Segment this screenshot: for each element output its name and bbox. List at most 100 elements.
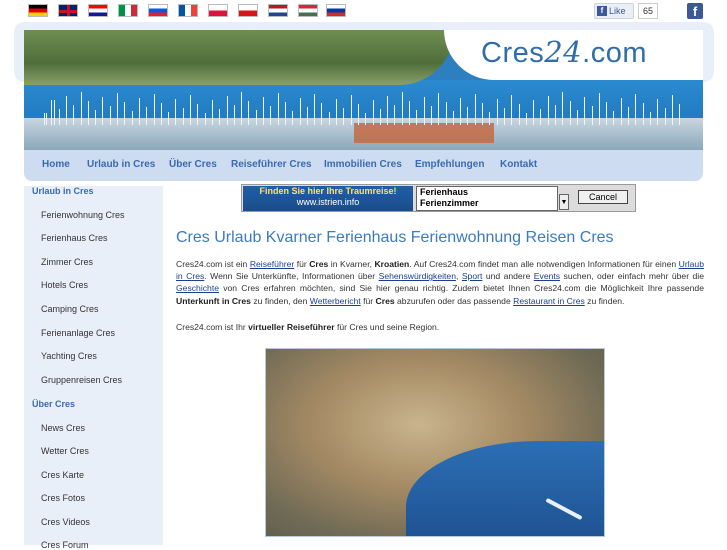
nav-reisefuehrer-cres[interactable]: Reiseführer Cres (231, 159, 312, 170)
banner-mast (635, 94, 637, 125)
banner-mast (379, 109, 381, 125)
sidebar-item-ferienhaus[interactable]: Ferienhaus Cres (41, 233, 108, 243)
ad-widget: Finden Sie hier Ihre Traumreise! www.ist… (241, 184, 636, 212)
banner-mast (211, 100, 213, 125)
ad-url: www.istrien.info (296, 197, 360, 207)
banner-mast (562, 92, 564, 125)
banner-mast (518, 104, 520, 125)
banner-mast (613, 111, 615, 125)
link-events[interactable]: Events (534, 271, 560, 281)
banner-mast (452, 111, 454, 125)
banner-mast (628, 107, 629, 125)
sidebar-item-hotels[interactable]: Hotels Cres (41, 280, 88, 290)
flag-netherlands[interactable] (268, 4, 288, 17)
link-wetterbericht[interactable]: Wetterbericht (310, 296, 361, 306)
banner-mast (445, 102, 447, 125)
banner-mast (365, 113, 367, 125)
cancel-button[interactable]: Cancel (578, 190, 628, 204)
sidebar-item-forum[interactable]: Cres Forum (41, 540, 89, 550)
banner-mast (547, 96, 549, 125)
banner-mast (44, 113, 45, 125)
link-geschichte[interactable]: Geschichte (176, 283, 219, 293)
flag-slovenia[interactable] (148, 4, 168, 17)
facebook-like-label: Like (609, 6, 626, 16)
flag-uk[interactable] (58, 4, 78, 17)
banner-hill (24, 30, 454, 85)
facebook-icon[interactable]: f (687, 3, 703, 19)
banner-mast (182, 108, 184, 125)
banner-mast (336, 99, 337, 125)
banner-mast (102, 97, 104, 125)
banner-mast (95, 110, 97, 125)
flag-croatia[interactable] (88, 4, 108, 17)
banner-mast (679, 104, 681, 125)
sidebar-item-karte[interactable]: Cres Karte (41, 470, 84, 480)
banner-mast (576, 110, 578, 125)
flag-czech[interactable] (238, 4, 258, 17)
sidebar-item-wetter[interactable]: Wetter Cres (41, 446, 89, 456)
banner-mast (416, 110, 418, 125)
banner-mast (190, 95, 191, 125)
banner-mast (525, 113, 527, 125)
nav-immobilien-cres[interactable]: Immobilien Cres (324, 159, 402, 170)
banner-mast (387, 96, 389, 125)
facebook-like-button[interactable]: f Like (594, 3, 634, 19)
banner-mast (87, 101, 89, 125)
banner-mast (350, 95, 352, 125)
banner-mast (620, 98, 622, 125)
nav-kontakt[interactable]: Kontakt (500, 159, 537, 170)
sidebar-section-urlaub[interactable]: Urlaub in Cres (32, 186, 94, 196)
sidebar-item-fotos[interactable]: Cres Fotos (41, 493, 85, 503)
facebook-like-count: 65 (638, 3, 658, 19)
banner-mast (569, 101, 571, 125)
ad-select-list[interactable]: Ferienhaus Ferienzimmer (416, 186, 558, 211)
sidebar-item-ferienanlage[interactable]: Ferienanlage Cres (41, 328, 115, 338)
flag-poland[interactable] (208, 4, 228, 17)
sidebar-section-ueber[interactable]: Über Cres (32, 399, 75, 409)
flag-russia[interactable] (326, 4, 346, 17)
flag-germany[interactable] (28, 4, 48, 17)
sidebar-item-ferienwohnung[interactable]: Ferienwohnung Cres (41, 210, 125, 220)
nav-empfehlungen[interactable]: Empfehlungen (415, 159, 484, 170)
banner-mast (248, 101, 250, 125)
banner-mast (409, 101, 410, 125)
banner-mast (467, 107, 469, 125)
flag-hungary[interactable] (298, 4, 318, 17)
banner-mast (394, 105, 396, 125)
link-sport[interactable]: Sport (462, 271, 483, 281)
banner-mast (438, 93, 440, 125)
top-bar: f Like 65 f (0, 0, 727, 22)
banner-mast (314, 94, 316, 125)
sidebar-item-videos[interactable]: Cres Videos (41, 517, 90, 527)
link-sehenswuerdigkeiten[interactable]: Sehenswürdigkeiten (379, 271, 456, 281)
banner-mast (65, 96, 67, 125)
banner-mast (496, 99, 498, 125)
sidebar-item-news[interactable]: News Cres (41, 423, 85, 433)
banner-mast (503, 108, 505, 125)
sidebar-item-gruppenreisen[interactable]: Gruppenreisen Cres (41, 375, 122, 385)
sidebar-item-camping[interactable]: Camping Cres (41, 304, 99, 314)
banner-mast (233, 105, 235, 125)
banner-mast (511, 95, 513, 125)
link-reisefuehrer[interactable]: Reiseführer (250, 259, 294, 269)
cres-aerial-photo (265, 348, 605, 537)
logo-prefix: Cres (481, 37, 545, 69)
ad-option[interactable]: Ferienzimmer (420, 198, 557, 209)
scroll-down-icon[interactable]: ▼ (559, 194, 569, 210)
sidebar-item-yachting[interactable]: Yachting Cres (41, 351, 97, 361)
banner-mast (657, 99, 659, 125)
sidebar-item-zimmer[interactable]: Zimmer Cres (41, 257, 93, 267)
banner-mast (533, 100, 535, 125)
ad-headline: Finden Sie hier Ihre Traumreise! (259, 186, 397, 196)
nav-ueber-cres[interactable]: Über Cres (169, 159, 217, 170)
link-restaurant[interactable]: Restaurant in Cres (513, 296, 585, 306)
flag-italy[interactable] (118, 4, 138, 17)
logo-suffix: .com (582, 37, 647, 69)
nav-urlaub-in-cres[interactable]: Urlaub in Cres (87, 159, 155, 170)
ad-banner[interactable]: Finden Sie hier Ihre Traumreise! www.ist… (243, 186, 413, 211)
ad-option[interactable]: Ferienhaus (420, 187, 557, 198)
flag-france[interactable] (178, 4, 198, 17)
site-logo[interactable]: Cres24.com (481, 35, 647, 70)
banner-mast (321, 103, 323, 125)
nav-home[interactable]: Home (42, 159, 70, 170)
